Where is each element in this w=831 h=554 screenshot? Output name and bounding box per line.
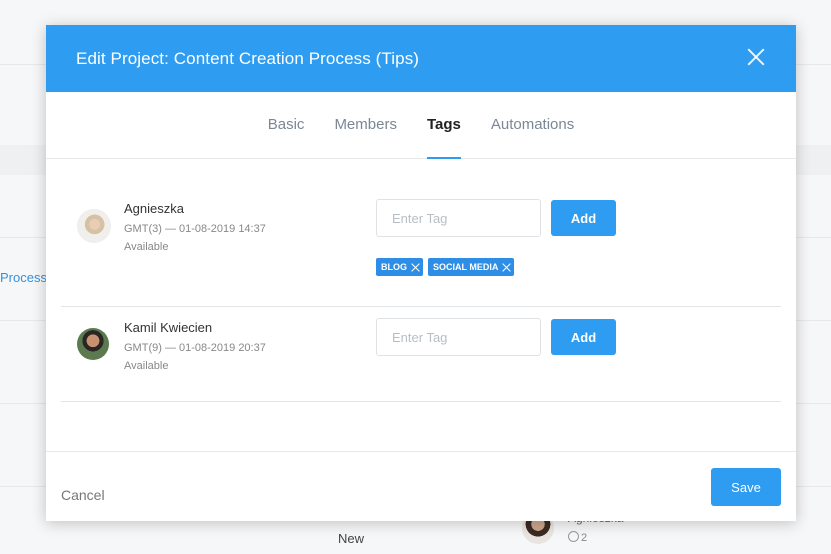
- member-row: Kamil Kwiecien GMT(9) — 01-08-2019 20:37…: [61, 307, 781, 401]
- modal-footer: Cancel Save: [46, 451, 796, 522]
- member-timezone-time: GMT(9) — 01-08-2019 20:37: [124, 342, 266, 354]
- user-icon: [568, 531, 579, 542]
- tag-label: BLOG: [381, 262, 407, 272]
- modal-title: Edit Project: Content Creation Process (…: [76, 48, 420, 68]
- bg-member-count-value: 2: [581, 532, 588, 544]
- bg-status-text: New: [338, 531, 365, 546]
- tab-automations[interactable]: Automations: [476, 92, 589, 158]
- add-tag-button[interactable]: Add: [551, 319, 616, 355]
- member-row: Agnieszka GMT(3) — 01-08-2019 14:37 Avai…: [61, 159, 781, 307]
- tab-members[interactable]: Members: [319, 92, 412, 158]
- avatar: [77, 328, 109, 360]
- save-button[interactable]: Save: [711, 468, 781, 506]
- modal-header: Edit Project: Content Creation Process (…: [46, 25, 796, 92]
- member-name: Kamil Kwiecien: [124, 320, 213, 335]
- add-tag-button[interactable]: Add: [551, 200, 616, 236]
- bg-member-count: 2: [568, 531, 587, 544]
- tag-list: BLOG SOCIAL MEDIA: [376, 258, 515, 276]
- member-name: Agnieszka: [124, 201, 184, 216]
- tab-tags[interactable]: Tags: [412, 92, 476, 159]
- tag-label: SOCIAL MEDIA: [433, 262, 499, 272]
- remove-tag-icon[interactable]: [411, 263, 420, 272]
- member-timezone-time: GMT(3) — 01-08-2019 14:37: [124, 223, 266, 235]
- tag-input[interactable]: [376, 318, 541, 356]
- close-icon[interactable]: [746, 47, 766, 67]
- tag-chip: SOCIAL MEDIA: [428, 258, 515, 276]
- cancel-button[interactable]: Cancel: [61, 487, 105, 503]
- member-status: Available: [124, 360, 169, 372]
- row-divider: [61, 401, 781, 402]
- remove-tag-icon[interactable]: [502, 263, 511, 272]
- tag-input[interactable]: [376, 199, 541, 237]
- edit-project-modal: Edit Project: Content Creation Process (…: [46, 25, 796, 521]
- avatar: [77, 209, 111, 243]
- tag-chip: BLOG: [376, 258, 423, 276]
- member-status: Available: [124, 241, 169, 253]
- tab-bar: Basic Members Tags Automations: [46, 92, 796, 159]
- tab-basic[interactable]: Basic: [253, 92, 320, 158]
